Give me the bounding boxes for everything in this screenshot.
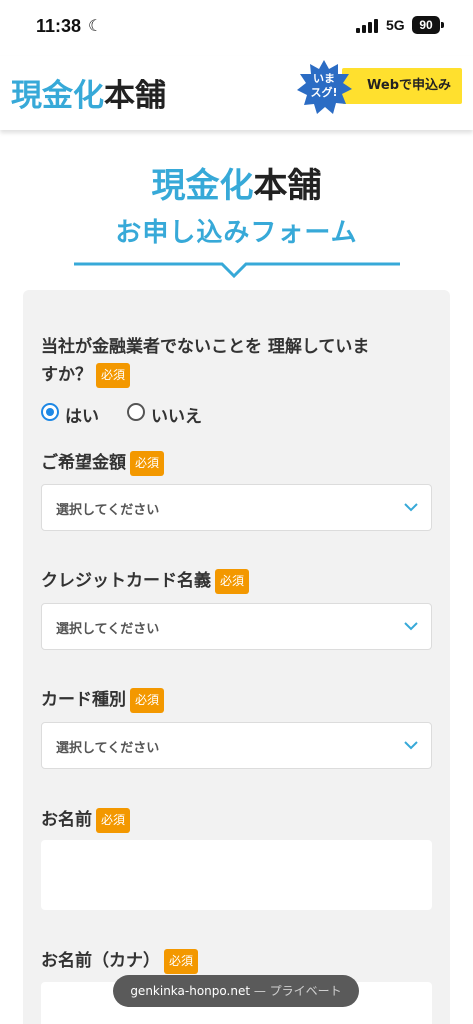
amount-select[interactable]: 選択してください <box>41 484 432 531</box>
battery-icon: 90 <box>412 16 440 34</box>
question-financial-label: 当社が金融業者でないことを 理解していま <box>41 332 369 357</box>
now-badge-line1: いま <box>313 72 335 85</box>
hero-title-blue: 現金化 <box>151 166 254 206</box>
question-financial-label-2: すか？ 必須 <box>41 360 131 388</box>
now-badge-text: いま スグ! <box>296 72 352 100</box>
name-input[interactable] <box>41 840 432 910</box>
question-financial-line2: すか？ <box>41 365 92 385</box>
card-name-select-value: 選択してください <box>56 622 160 637</box>
amount-select-value: 選択してください <box>56 503 160 518</box>
radio-yes[interactable] <box>41 403 59 421</box>
required-badge: 必須 <box>96 362 131 388</box>
required-badge: 必須 <box>164 948 199 974</box>
hero-title-dark: 本舗 <box>253 166 322 206</box>
card-name-label-text: クレジットカード名義 <box>41 571 211 591</box>
site-logo[interactable]: 現金化本舗 <box>11 70 166 115</box>
card-type-label-text: カード種別 <box>41 690 126 710</box>
hero-divider <box>74 262 400 279</box>
status-time: 11:38 <box>36 16 82 36</box>
logo-dark-text: 本舗 <box>104 78 166 114</box>
site-header: 現金化本舗 Webで申込み いま スグ! <box>0 56 473 130</box>
amount-label: ご希望金額 必須 <box>41 448 165 476</box>
question-financial-line1: 当社が金融業者でないことを 理解していま <box>41 337 370 357</box>
card-name-select[interactable]: 選択してください <box>41 603 432 650</box>
name-kana-label: お名前（カナ） 必須 <box>41 946 199 974</box>
web-apply-button[interactable]: Webで申込み <box>342 68 462 104</box>
chevron-down-icon <box>404 622 418 631</box>
form-hero-title: 現金化本舗 <box>0 158 473 207</box>
name-label: お名前 必須 <box>41 805 131 833</box>
name-kana-label-text: お名前（カナ） <box>41 951 160 971</box>
card-type-label: カード種別 必須 <box>41 685 165 713</box>
amount-label-text: ご希望金額 <box>41 453 126 473</box>
chevron-down-icon <box>404 741 418 750</box>
required-badge: 必須 <box>215 568 250 594</box>
radio-no[interactable] <box>127 403 145 421</box>
card-name-label: クレジットカード名義 必須 <box>41 566 250 594</box>
required-badge: 必須 <box>96 807 131 833</box>
web-apply-label: Webで申込み <box>367 78 451 93</box>
now-badge: いま スグ! <box>296 60 352 114</box>
radio-no-label[interactable]: いいえ <box>151 402 202 427</box>
network-type: 5G <box>386 17 405 33</box>
form-panel <box>23 290 450 1024</box>
name-label-text: お名前 <box>41 810 92 830</box>
signal-icon <box>356 19 382 33</box>
card-type-select-value: 選択してください <box>56 741 160 756</box>
required-badge: 必須 <box>130 450 165 476</box>
browser-url: genkinka-honpo.net <box>130 984 251 998</box>
radio-yes-label[interactable]: はい <box>65 402 99 427</box>
logo-blue-text: 現金化 <box>11 78 104 114</box>
form-hero-subtitle: お申し込みフォーム <box>115 218 358 248</box>
required-badge: 必須 <box>130 687 165 713</box>
browser-mode: — プライベート <box>250 984 342 998</box>
status-bar: 11:38 ☾ 5G 90 <box>0 0 473 56</box>
chevron-down-icon <box>404 503 418 512</box>
now-badge-line2: スグ! <box>310 86 338 99</box>
battery-cap <box>441 22 444 28</box>
browser-url-pill[interactable]: genkinka-honpo.net — プライベート <box>113 975 359 1007</box>
card-type-select[interactable]: 選択してください <box>41 722 432 769</box>
moon-icon: ☾ <box>88 16 103 35</box>
